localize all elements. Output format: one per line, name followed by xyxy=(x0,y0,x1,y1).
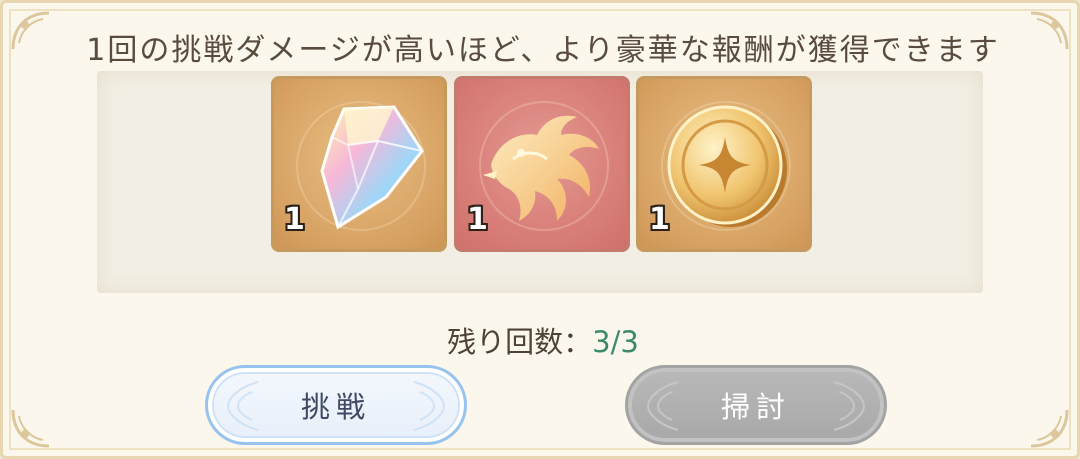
remaining-attempts-value: 3/3 xyxy=(592,325,639,359)
button-ornament-icon xyxy=(833,381,866,431)
sweep-button-label: 掃討 xyxy=(720,390,791,424)
button-ornament-icon xyxy=(226,381,259,431)
challenge-button[interactable]: 挑戦 xyxy=(205,365,467,445)
reward-count: 1 xyxy=(649,202,670,237)
reward-item-dragon[interactable]: 1 xyxy=(454,76,630,252)
remaining-attempts: 残り回数：3/3 xyxy=(3,319,1080,361)
sweep-button[interactable]: 掃討 xyxy=(625,365,887,445)
reward-dialog-panel: 1回の挑戦ダメージが高いほど、より豪華な報酬が獲得できます 1 1 1 残り回数… xyxy=(0,0,1080,459)
remaining-attempts-label: 残り回数： xyxy=(447,325,593,359)
reward-item-crystal[interactable]: 1 xyxy=(271,76,447,252)
reward-item-coin[interactable]: 1 xyxy=(636,76,812,252)
reward-count: 1 xyxy=(284,202,305,237)
corner-ornament-icon xyxy=(1025,404,1071,450)
challenge-button-label: 挑戦 xyxy=(300,390,371,424)
button-ornament-icon xyxy=(413,381,446,431)
corner-ornament-icon xyxy=(9,404,55,450)
button-ornament-icon xyxy=(646,381,679,431)
reward-count: 1 xyxy=(467,202,488,237)
reward-description: 1回の挑戦ダメージが高いほど、より豪華な報酬が獲得できます xyxy=(86,33,1000,68)
